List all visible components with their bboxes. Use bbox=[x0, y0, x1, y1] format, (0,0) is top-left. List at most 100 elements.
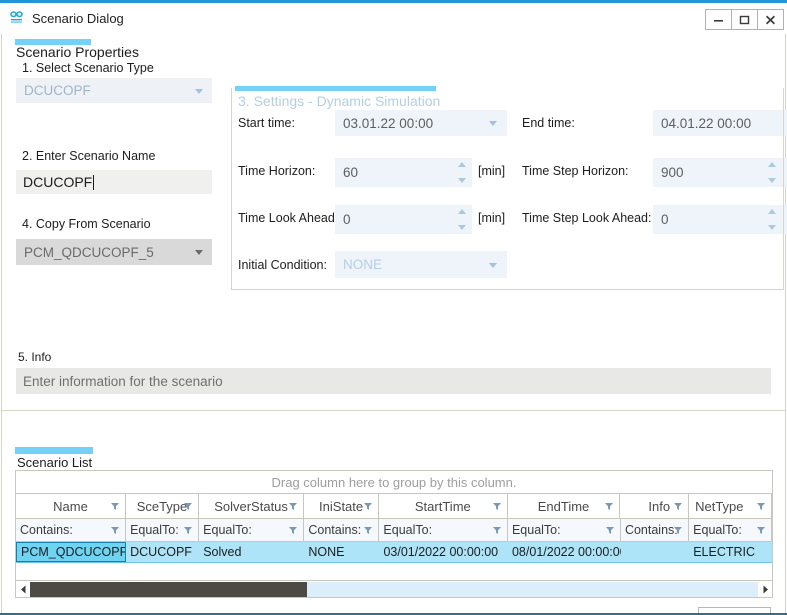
text-cursor bbox=[93, 174, 95, 190]
filter-funnel-icon[interactable] bbox=[757, 503, 765, 510]
properties-group-title: Scenario Properties bbox=[16, 44, 139, 60]
filter-funnel-icon[interactable] bbox=[184, 503, 192, 510]
time-look-ahead-stepper[interactable]: 0 bbox=[335, 205, 472, 234]
column-header-label: Info bbox=[648, 498, 671, 514]
filter-cell-name[interactable]: Contains: bbox=[16, 519, 127, 541]
filter-cell-starttime[interactable]: EqualTo: bbox=[379, 519, 508, 541]
filter-funnel-icon[interactable] bbox=[184, 527, 193, 534]
filter-cell-endtime[interactable]: EqualTo: bbox=[508, 519, 621, 541]
column-header-inistate[interactable]: IniState bbox=[304, 494, 380, 518]
label-select-scenario-type: 1. Select Scenario Type bbox=[22, 61, 154, 75]
cell-nettype[interactable]: ELECTRIC bbox=[689, 542, 772, 562]
unit-time-horizon: [min] bbox=[478, 164, 506, 178]
scenario-type-dropdown[interactable]: DCUCOPF bbox=[16, 78, 212, 103]
group-by-dropzone[interactable]: Drag column here to group by this column… bbox=[16, 471, 772, 494]
scenario-type-value: DCUCOPF bbox=[24, 83, 91, 98]
copy-from-scenario-dropdown[interactable]: PCM_QDCUCOPF_5 bbox=[16, 239, 212, 265]
cell-info[interactable] bbox=[621, 542, 689, 562]
filter-funnel-icon[interactable] bbox=[111, 527, 120, 534]
time-step-horizon-stepper[interactable]: 900 bbox=[653, 158, 787, 187]
filter-cell-info[interactable]: Contains: bbox=[621, 519, 690, 541]
label-time-horizon: Time Horizon: bbox=[238, 164, 316, 178]
filter-cell-inistate[interactable]: Contains: bbox=[304, 519, 380, 541]
app-logo-icon bbox=[8, 10, 25, 26]
column-header-endtime[interactable]: EndTime bbox=[508, 494, 621, 518]
filter-funnel-icon[interactable] bbox=[674, 503, 683, 510]
close-button[interactable] bbox=[757, 9, 784, 30]
end-time-input[interactable]: 04.01.22 00:00 bbox=[653, 110, 787, 136]
filter-funnel-icon[interactable] bbox=[492, 527, 501, 534]
info-input[interactable]: Enter information for the scenario bbox=[16, 368, 771, 394]
filter-funnel-icon[interactable] bbox=[364, 527, 373, 534]
label-copy-from-scenario: 4. Copy From Scenario bbox=[22, 217, 151, 231]
spinner-up-icon[interactable] bbox=[768, 162, 776, 167]
spinner-down-icon[interactable] bbox=[768, 178, 776, 183]
time-step-look-ahead-stepper[interactable]: 0 bbox=[653, 205, 787, 234]
spinner-up-icon[interactable] bbox=[458, 209, 466, 214]
scroll-right-arrow-icon[interactable] bbox=[758, 582, 772, 597]
start-time-dropdown[interactable]: 03.01.22 00:00 bbox=[335, 110, 507, 136]
initial-condition-dropdown[interactable]: NONE bbox=[335, 251, 507, 278]
scroll-left-arrow-icon[interactable] bbox=[16, 582, 30, 597]
end-time-value: 04.01.22 00:00 bbox=[661, 115, 752, 131]
column-header-name[interactable]: Name bbox=[16, 494, 126, 518]
scenario-list-grid: Drag column here to group by this column… bbox=[15, 470, 773, 598]
filter-cell-scetype[interactable]: EqualTo: bbox=[126, 519, 200, 541]
filter-funnel-icon[interactable] bbox=[289, 527, 298, 534]
time-horizon-value: 60 bbox=[343, 165, 359, 180]
scrollbar-thumb[interactable] bbox=[30, 581, 307, 597]
label-start-time: Start time: bbox=[238, 116, 295, 130]
column-header-info[interactable]: Info bbox=[620, 494, 690, 518]
scrollbar-track[interactable] bbox=[30, 581, 758, 597]
spinner-arrows-icon[interactable] bbox=[768, 162, 777, 183]
chevron-down-icon bbox=[489, 121, 497, 126]
column-header-nettype[interactable]: NetType bbox=[689, 494, 772, 518]
cell-solverstatus[interactable]: Solved bbox=[199, 542, 304, 562]
maximize-button[interactable] bbox=[731, 9, 758, 30]
chevron-down-icon bbox=[195, 250, 203, 255]
filter-funnel-icon[interactable] bbox=[605, 503, 614, 510]
info-placeholder-value: Enter information for the scenario bbox=[23, 373, 223, 389]
filter-operator-label: Contains: bbox=[308, 523, 362, 537]
spinner-down-icon[interactable] bbox=[458, 225, 466, 230]
filter-operator-label: EqualTo: bbox=[511, 523, 561, 537]
cell-starttime[interactable]: 03/01/2022 00:00:00 bbox=[379, 542, 508, 562]
scenario-list-title: Scenario List bbox=[17, 455, 93, 470]
cell-scetype[interactable]: DCUCOPF bbox=[126, 542, 199, 562]
column-header-label: SceType bbox=[136, 498, 188, 514]
scenario-name-input[interactable]: DCUCOPF bbox=[16, 170, 212, 194]
spinner-up-icon[interactable] bbox=[768, 209, 776, 214]
column-header-label: NetType bbox=[695, 498, 744, 514]
spinner-arrows-icon[interactable] bbox=[458, 162, 467, 183]
spinner-down-icon[interactable] bbox=[768, 225, 776, 230]
cell-endtime[interactable]: 08/01/2022 00:00:00 bbox=[508, 542, 621, 562]
grid-horizontal-scrollbar[interactable] bbox=[16, 580, 772, 597]
filter-cell-solverstatus[interactable]: EqualTo: bbox=[199, 519, 305, 541]
filter-cell-nettype[interactable]: EqualTo: bbox=[689, 519, 772, 541]
filter-funnel-icon[interactable] bbox=[364, 503, 373, 510]
filter-funnel-icon[interactable] bbox=[757, 527, 765, 534]
cell-name[interactable]: PCM_QDCUCOPF_5 bbox=[16, 542, 127, 562]
cell-inistate[interactable]: NONE bbox=[304, 542, 379, 562]
time-horizon-stepper[interactable]: 60 bbox=[335, 158, 472, 187]
table-row[interactable]: PCM_QDCUCOPF_5 DCUCOPF Solved NONE 03/01… bbox=[16, 542, 772, 563]
minimize-button[interactable] bbox=[705, 9, 732, 30]
filter-funnel-icon[interactable] bbox=[110, 503, 119, 510]
filter-funnel-icon[interactable] bbox=[289, 503, 298, 510]
dialog-body: Scenario Properties 1. Select Scenario T… bbox=[1, 34, 787, 615]
spinner-arrows-icon[interactable] bbox=[768, 209, 777, 230]
filter-funnel-icon[interactable] bbox=[492, 503, 501, 510]
filter-funnel-icon[interactable] bbox=[674, 527, 683, 534]
column-header-scetype[interactable]: SceType bbox=[126, 494, 199, 518]
filter-operator-label: EqualTo: bbox=[130, 523, 179, 537]
spinner-down-icon[interactable] bbox=[458, 178, 466, 183]
title-bar-left: Scenario Dialog bbox=[8, 10, 124, 26]
column-header-starttime[interactable]: StartTime bbox=[379, 494, 508, 518]
spinner-up-icon[interactable] bbox=[458, 162, 466, 167]
label-time-step-look-ahead: Time Step Look Ahead: bbox=[522, 211, 652, 225]
label-end-time: End time: bbox=[522, 116, 575, 130]
column-header-solverstatus[interactable]: SolverStatus bbox=[199, 494, 305, 518]
settings-title: 3. Settings - Dynamic Simulation bbox=[238, 93, 441, 109]
filter-funnel-icon[interactable] bbox=[605, 527, 614, 534]
spinner-arrows-icon[interactable] bbox=[458, 209, 467, 230]
